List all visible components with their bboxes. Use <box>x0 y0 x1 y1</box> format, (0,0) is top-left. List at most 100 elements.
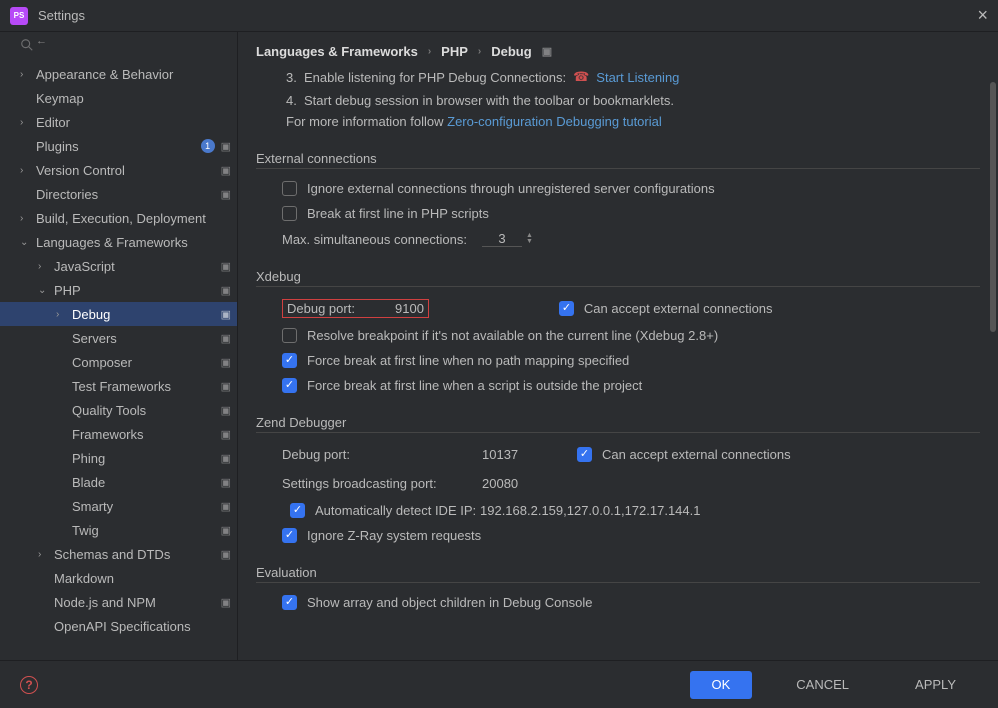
phone-icon: ☎ <box>573 69 589 85</box>
zend-accept-label: Can accept external connections <box>602 447 791 462</box>
sidebar-item-blade[interactable]: Blade▣ <box>0 470 237 494</box>
section-evaluation: Evaluation <box>256 565 980 583</box>
project-scope-icon: ▣ <box>221 308 231 321</box>
sidebar-item-frameworks[interactable]: Frameworks▣ <box>0 422 237 446</box>
close-icon[interactable]: × <box>977 5 988 26</box>
max-connections-label: Max. simultaneous connections: <box>282 232 482 247</box>
sidebar-item-schemas-and-dtds[interactable]: ›Schemas and DTDs▣ <box>0 542 237 566</box>
sidebar-item-quality-tools[interactable]: Quality Tools▣ <box>0 398 237 422</box>
sidebar-item-appearance-behavior[interactable]: › Appearance & Behavior <box>0 62 237 86</box>
xdebug-force2-label: Force break at first line when a script … <box>307 378 642 393</box>
section-xdebug: Xdebug <box>256 269 980 287</box>
xdebug-accept-checkbox[interactable] <box>559 301 574 316</box>
sidebar-item-languages-frameworks[interactable]: ⌄ Languages & Frameworks <box>0 230 237 254</box>
project-scope-icon: ▣ <box>221 428 231 441</box>
project-scope-icon: ▣ <box>221 284 231 297</box>
chevron-icon: ⌄ <box>20 237 32 248</box>
ok-button[interactable]: OK <box>690 671 753 699</box>
crumb-php[interactable]: PHP <box>441 44 468 59</box>
start-listening-link[interactable]: Start Listening <box>596 70 679 85</box>
project-scope-icon: ▣ <box>221 524 231 537</box>
sidebar-item-debug[interactable]: ›Debug▣ <box>0 302 237 326</box>
spinner-icon[interactable]: ▲▼ <box>526 233 533 245</box>
sidebar-item-label: Appearance & Behavior <box>36 67 231 82</box>
sidebar-item-label: PHP <box>54 283 221 298</box>
sidebar-item-label: Test Frameworks <box>72 379 221 394</box>
sidebar-item-label: Servers <box>72 331 221 346</box>
cancel-button[interactable]: CANCEL <box>774 671 871 699</box>
sidebar-item-label: Plugins <box>36 139 201 154</box>
eval-show-array-checkbox[interactable] <box>282 595 297 610</box>
zend-broadcast-input[interactable]: 20080 <box>482 474 567 493</box>
sidebar-item-build-execution-deployment[interactable]: ›Build, Execution, Deployment <box>0 206 237 230</box>
help-icon[interactable]: ? <box>20 676 38 694</box>
sidebar-item-label: Keymap <box>36 91 231 106</box>
sidebar-item-test-frameworks[interactable]: Test Frameworks▣ <box>0 374 237 398</box>
scrollbar[interactable] <box>990 42 996 650</box>
project-scope-icon: ▣ <box>221 476 231 489</box>
sidebar-item-label: Directories <box>36 187 221 202</box>
project-scope-icon: ▣ <box>221 188 231 201</box>
break-first-line-checkbox[interactable] <box>282 206 297 221</box>
zend-port-input[interactable]: 10137 <box>482 445 567 464</box>
project-scope-icon: ▣ <box>221 164 231 177</box>
section-zend: Zend Debugger <box>256 415 980 433</box>
sidebar-item-composer[interactable]: Composer▣ <box>0 350 237 374</box>
app-icon: PS <box>10 7 28 25</box>
sidebar-item-javascript[interactable]: ›JavaScript▣ <box>0 254 237 278</box>
sidebar-item-php[interactable]: ⌄PHP▣ <box>0 278 237 302</box>
window-title: Settings <box>38 8 85 23</box>
sidebar-item-plugins[interactable]: Plugins1▣ <box>0 134 237 158</box>
max-connections-input[interactable]: 3 <box>482 231 522 247</box>
sidebar-item-version-control[interactable]: › Version Control▣ <box>0 158 237 182</box>
sidebar-item-node-js-and-npm[interactable]: Node.js and NPM▣ <box>0 590 237 614</box>
zend-ips[interactable]: 192.168.2.159,127.0.0.1,172.17.144.1 <box>480 503 700 518</box>
zend-autodetect-checkbox[interactable] <box>290 503 305 518</box>
chevron-icon: › <box>20 117 32 128</box>
sidebar-item-label: OpenAPI Specifications <box>54 619 231 634</box>
chevron-icon: › <box>56 309 68 320</box>
zend-broadcast-label: Settings broadcasting port: <box>282 476 482 491</box>
project-scope-icon: ▣ <box>221 404 231 417</box>
sidebar-item-label: Phing <box>72 451 221 466</box>
eval-show-array-label: Show array and object children in Debug … <box>307 595 592 610</box>
apply-button[interactable]: APPLY <box>893 671 978 699</box>
sidebar-item-directories[interactable]: Directories▣ <box>0 182 237 206</box>
sidebar-item-label: Version Control <box>36 163 221 178</box>
chevron-icon: › <box>20 69 32 80</box>
sidebar-item-label: Frameworks <box>72 427 221 442</box>
project-scope-icon: ▣ <box>221 140 231 153</box>
zend-autodetect-label: Automatically detect IDE IP: <box>315 503 480 518</box>
search-icon[interactable] <box>20 38 34 52</box>
zend-port-label: Debug port: <box>282 447 482 462</box>
sidebar-item-label: Editor <box>36 115 231 130</box>
xdebug-resolve-checkbox[interactable] <box>282 328 297 343</box>
sidebar-item-label: Node.js and NPM <box>54 595 221 610</box>
xdebug-force1-checkbox[interactable] <box>282 353 297 368</box>
sidebar-item-markdown[interactable]: Markdown <box>0 566 237 590</box>
zend-zray-label: Ignore Z-Ray system requests <box>307 528 481 543</box>
section-external: External connections <box>256 151 980 169</box>
break-first-line-label: Break at first line in PHP scripts <box>307 206 489 221</box>
sidebar-item-editor[interactable]: › Editor <box>0 110 237 134</box>
crumb-root[interactable]: Languages & Frameworks <box>256 44 418 59</box>
sidebar-item-smarty[interactable]: Smarty▣ <box>0 494 237 518</box>
chevron-icon: › <box>20 165 32 176</box>
sidebar-item-servers[interactable]: Servers▣ <box>0 326 237 350</box>
zend-zray-checkbox[interactable] <box>282 528 297 543</box>
tutorial-link[interactable]: Zero-configuration Debugging tutorial <box>447 114 662 129</box>
sidebar-item-phing[interactable]: Phing▣ <box>0 446 237 470</box>
xdebug-port-input[interactable]: 9100 <box>395 301 424 316</box>
project-scope-icon: ▣ <box>221 452 231 465</box>
project-scope-icon: ▣ <box>221 332 231 345</box>
sidebar-item-keymap[interactable]: Keymap <box>0 86 237 110</box>
xdebug-force2-checkbox[interactable] <box>282 378 297 393</box>
sidebar-item-twig[interactable]: Twig▣ <box>0 518 237 542</box>
step-4: 4. Start debug session in browser with t… <box>286 91 980 110</box>
sidebar-item-label: Languages & Frameworks <box>36 235 231 250</box>
sidebar-item-openapi-specifications[interactable]: OpenAPI Specifications <box>0 614 237 638</box>
project-scope-icon: ▣ <box>221 596 231 609</box>
breadcrumb: Languages & Frameworks › PHP › Debug ▣ <box>238 32 998 67</box>
zend-accept-checkbox[interactable] <box>577 447 592 462</box>
ignore-external-checkbox[interactable] <box>282 181 297 196</box>
